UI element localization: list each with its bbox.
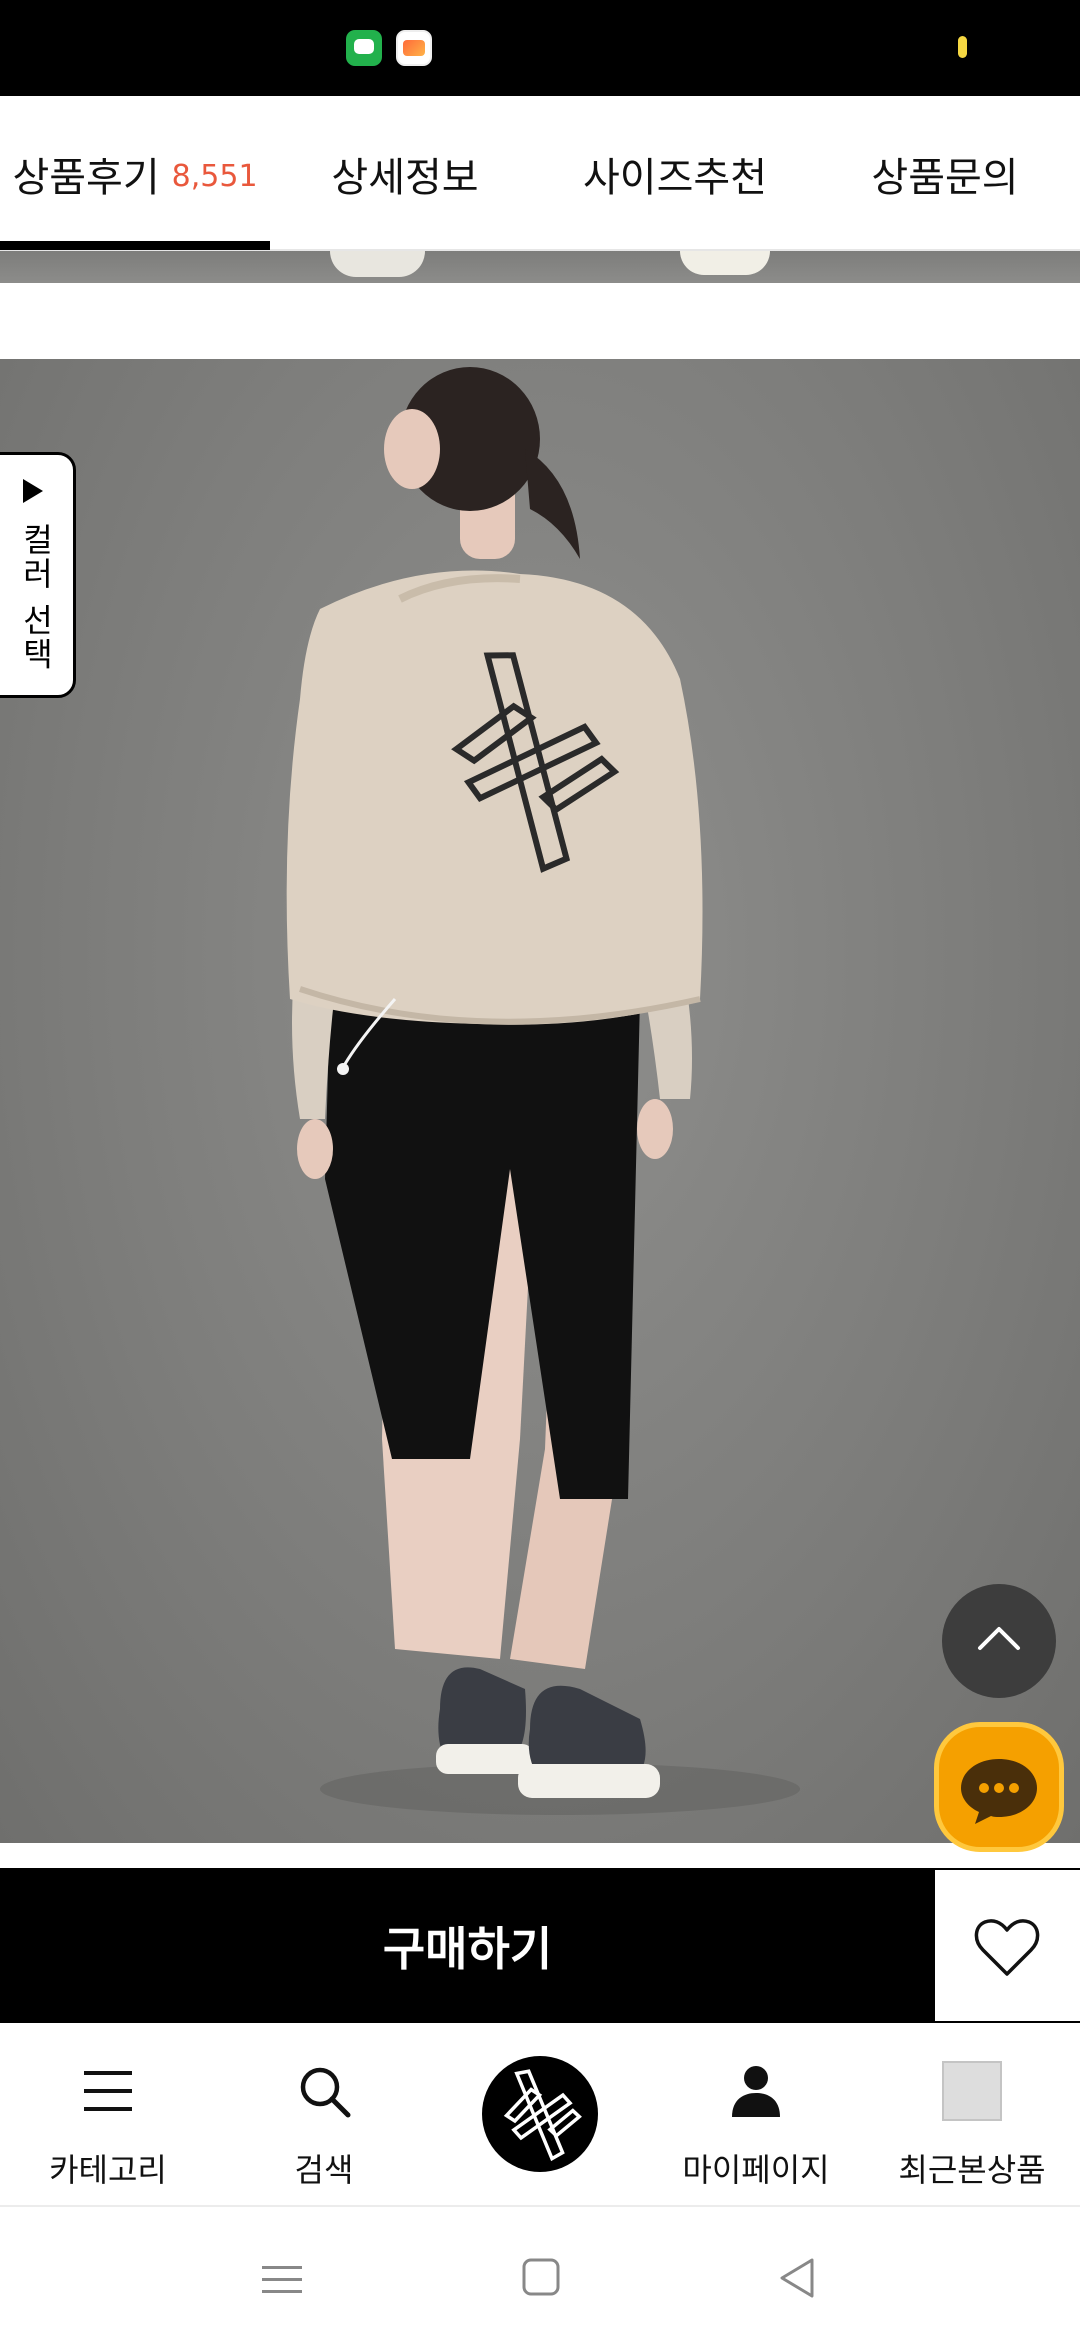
nav-search-label: 검색 — [294, 2151, 354, 2189]
review-count: 8,551 — [171, 159, 258, 194]
nav-mypage-label: 마이페이지 — [682, 2151, 830, 2189]
system-nav-bar — [0, 2208, 1080, 2340]
search-icon — [300, 2067, 351, 2118]
back-icon[interactable] — [780, 2258, 814, 2298]
battery-indicator-icon — [958, 36, 967, 58]
chat-button[interactable] — [934, 1722, 1064, 1852]
nav-recent-products[interactable]: 최근본상품 — [864, 2025, 1080, 2207]
color-select-tab[interactable]: 컬러 선택 — [0, 452, 76, 698]
nav-mypage[interactable]: 마이페이지 — [648, 2025, 864, 2207]
home-icon[interactable] — [522, 2258, 560, 2296]
chat-bubble-icon — [961, 1759, 1037, 1824]
product-tab-bar: 상품후기 8,551 상세정보 사이즈추천 상품문의 — [0, 96, 1080, 251]
chevron-up-icon — [978, 1627, 1020, 1650]
nav-category[interactable]: 카테고리 — [0, 2025, 216, 2207]
tab-size-label: 사이즈추천 — [583, 154, 767, 201]
messages-app-icon — [346, 30, 382, 66]
tab-reviews[interactable]: 상품후기 8,551 — [0, 96, 270, 251]
play-arrow-icon — [23, 479, 43, 503]
active-tab-indicator — [0, 241, 270, 250]
nav-category-label: 카테고리 — [49, 2151, 167, 2189]
tab-details[interactable]: 상세정보 — [270, 96, 540, 251]
status-bar — [0, 0, 1080, 96]
gallery-app-icon — [396, 30, 432, 66]
nav-recent-label: 최근본상품 — [898, 2151, 1046, 2189]
product-photo — [0, 359, 1080, 1843]
wishlist-button[interactable] — [935, 1868, 1080, 2023]
scroll-to-top-button[interactable] — [942, 1584, 1056, 1698]
purchase-bar: 구매하기 — [0, 1868, 1080, 2023]
tab-qna-label: 상품문의 — [871, 154, 1019, 201]
buy-button[interactable]: 구매하기 — [0, 1868, 935, 2023]
heart-icon — [974, 1919, 1040, 1976]
tab-size-recommend[interactable]: 사이즈추천 — [540, 96, 810, 251]
tab-qna[interactable]: 상품문의 — [810, 96, 1080, 251]
menu-icon — [84, 2071, 132, 2111]
recent-apps-icon[interactable] — [262, 2266, 302, 2293]
color-select-label: 컬러 선택 — [17, 523, 55, 672]
tab-reviews-label: 상품후기 — [12, 154, 160, 201]
previous-product-photo — [0, 251, 1080, 283]
nav-home-button[interactable] — [482, 2056, 598, 2172]
recent-thumbnail-icon — [942, 2061, 1002, 2121]
person-icon — [732, 2066, 780, 2117]
nav-search[interactable]: 검색 — [216, 2025, 432, 2207]
brand-logo-icon — [503, 2069, 582, 2162]
tab-details-label: 상세정보 — [331, 154, 479, 201]
model-illustration — [286, 367, 800, 1815]
